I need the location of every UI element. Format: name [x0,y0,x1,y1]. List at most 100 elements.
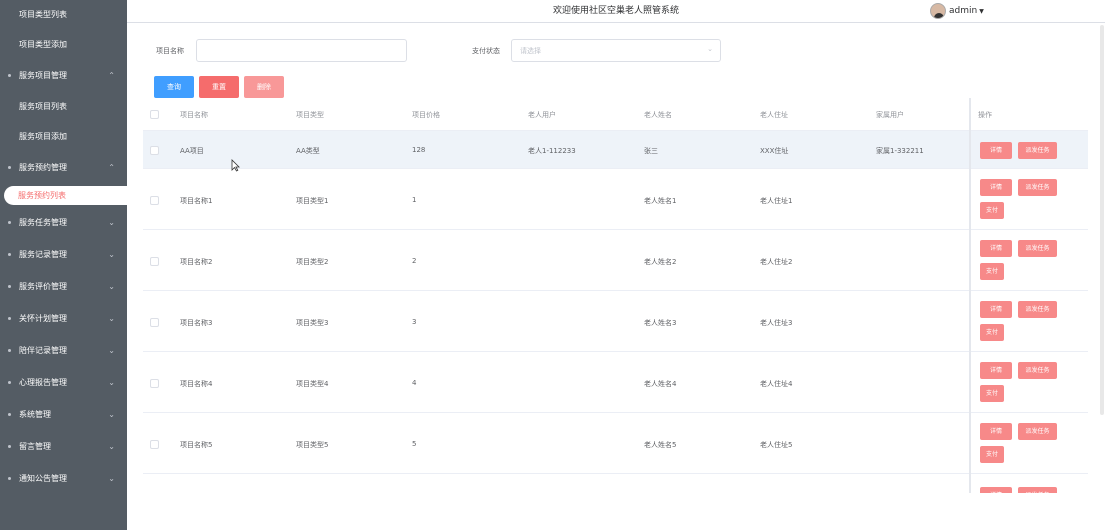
sidebar-group[interactable]: 服务项目管理 ⌃ [0,60,127,92]
bullet-icon [8,445,11,448]
table-cell: 项目类型3 [296,319,329,327]
dispatch-task-button[interactable]: 派发任务 [1018,142,1057,159]
row-checkbox[interactable] [150,440,159,449]
row-checkbox[interactable] [150,318,159,327]
sidebar-item[interactable]: 服务项目添加 [0,122,127,152]
row-actions: 详情 派发任务 支付 [970,352,1088,412]
dispatch-task-button[interactable]: 派发任务 [1018,487,1057,493]
user-menu[interactable]: admin ▼ [930,1,984,21]
table-cell: 老人住址3 [760,319,793,327]
chevron-down-icon: ⌄ [108,314,115,323]
sidebar-item-label: 项目类型添加 [19,40,67,49]
chevron-down-icon: ⌄ [108,282,115,291]
detail-button[interactable]: 详情 [980,487,1012,493]
bullet-icon [8,253,11,256]
row-checkbox[interactable] [150,379,159,388]
table-row[interactable]: AA项目 AA类型 128 老人1-112233 张三 XXX住址 家属1-332211 详… [143,131,1088,169]
sidebar: 项目类型列表项目类型添加服务项目管理 ⌃ 服务项目列表 服务项目添加 服务预约管理 ⌃ 服务… [0,0,127,530]
dispatch-task-button[interactable]: 派发任务 [1018,423,1057,440]
table-cell: 项目名称1 [180,197,213,205]
pay-button[interactable]: 支付 [980,263,1004,280]
detail-button[interactable]: 详情 [980,179,1012,196]
table-cell: 家属1-332211 [876,147,924,155]
sidebar-group-label: 服务项目管理 [19,71,67,80]
sidebar-item[interactable]: 项目类型添加 [0,30,127,60]
top-header: 欢迎使用社区空巢老人照管系统 admin ▼ [127,0,1105,23]
reset-button[interactable]: 重置 [199,76,239,98]
table-row-partial[interactable]: 详情 派发任务 [143,474,1088,493]
delete-button[interactable]: 删除 [244,76,284,98]
detail-button[interactable]: 详情 [980,423,1012,440]
column-header: 老人姓名 [644,111,672,119]
table-cell: 128 [412,146,426,154]
sidebar-group[interactable]: 陪伴记录管理 ⌄ [0,335,127,367]
avatar[interactable] [930,3,946,19]
bullet-icon [8,74,11,77]
select-all-checkbox[interactable] [150,110,159,119]
table-header: 项目名称 项目类型 项目价格 老人用户 老人姓名 老人住址 家属用户 操作 [143,98,1088,131]
dispatch-task-button[interactable]: 派发任务 [1018,179,1057,196]
dispatch-task-button[interactable]: 派发任务 [1018,362,1057,379]
sidebar-group[interactable]: 通知公告管理 ⌄ [0,463,127,495]
sidebar-group[interactable]: 留言管理 ⌄ [0,431,127,463]
row-checkbox[interactable] [150,146,159,155]
sidebar-item[interactable]: 项目类型列表 [0,0,127,30]
mouse-cursor-icon [231,159,240,172]
detail-button[interactable]: 详情 [980,240,1012,257]
vertical-scrollbar[interactable] [1099,25,1105,420]
table-cell: 3 [412,318,417,326]
detail-button[interactable]: 详情 [980,301,1012,318]
table-cell: 老人姓名4 [644,380,677,388]
sidebar-group-label: 服务任务管理 [19,218,67,227]
column-header: 老人用户 [528,111,556,119]
pay-status-placeholder: 请选择 [520,47,541,55]
pay-button[interactable]: 支付 [980,446,1004,463]
pay-button[interactable]: 支付 [980,202,1004,219]
chevron-down-icon: ⌄ [108,218,115,227]
column-header: 操作 [978,111,992,119]
table-row[interactable]: 项目名称5 项目类型5 5 老人姓名5 老人住址5 详情 派发任务 支付 [143,413,1088,474]
sidebar-group[interactable]: 服务评价管理 ⌄ [0,271,127,303]
chevron-down-icon: ⌄ [108,442,115,451]
detail-button[interactable]: 详情 [980,142,1012,159]
table-row[interactable]: 项目名称1 项目类型1 1 老人姓名1 老人住址1 详情 派发任务 支付 [143,169,1088,230]
sidebar-group[interactable]: 心理报告管理 ⌄ [0,367,127,399]
table-cell: XXX住址 [760,147,789,155]
table-cell: 项目名称4 [180,380,213,388]
table-row[interactable]: 项目名称4 项目类型4 4 老人姓名4 老人住址4 详情 派发任务 支付 [143,352,1088,413]
pay-status-label: 支付状态 [472,47,500,55]
sidebar-item-active[interactable]: 服务预约列表 [4,186,127,205]
dispatch-task-button[interactable]: 派发任务 [1018,301,1057,318]
scrollbar-thumb[interactable] [1100,25,1104,415]
row-checkbox[interactable] [150,196,159,205]
table-cell: 老人姓名3 [644,319,677,327]
detail-button[interactable]: 详情 [980,362,1012,379]
sidebar-item[interactable]: 服务项目列表 [0,92,127,122]
dispatch-task-button[interactable]: 派发任务 [1018,240,1057,257]
row-actions: 详情 派发任务 支付 [970,413,1088,473]
sidebar-group[interactable]: 系统管理 ⌄ [0,399,127,431]
table-cell: 项目类型4 [296,380,329,388]
table-cell: 5 [412,440,417,448]
fixed-column-divider [969,98,971,493]
username[interactable]: admin [949,6,977,16]
table-cell: 4 [412,379,417,387]
table-row[interactable]: 项目名称3 项目类型3 3 老人姓名3 老人住址3 详情 派发任务 支付 [143,291,1088,352]
query-button[interactable]: 查询 [154,76,194,98]
row-actions: 详情 派发任务 [970,131,1088,168]
sidebar-group-label: 留言管理 [19,442,51,451]
sidebar-group[interactable]: 服务任务管理 ⌄ [0,207,127,239]
pay-status-select[interactable]: 请选择 ⌄ [511,39,721,62]
caret-down-icon[interactable]: ▼ [979,8,984,15]
table-row[interactable]: 项目名称2 项目类型2 2 老人姓名2 老人住址2 详情 派发任务 支付 [143,230,1088,291]
pay-button[interactable]: 支付 [980,324,1004,341]
sidebar-group[interactable]: 服务预约管理 ⌃ [0,152,127,184]
bullet-icon [8,166,11,169]
project-name-input[interactable] [196,39,407,62]
chevron-down-icon: ⌄ [108,346,115,355]
row-checkbox[interactable] [150,257,159,266]
sidebar-group[interactable]: 关怀计划管理 ⌄ [0,303,127,335]
pay-button[interactable]: 支付 [980,385,1004,402]
sidebar-group[interactable]: 服务记录管理 ⌄ [0,239,127,271]
table-cell: 老人姓名5 [644,441,677,449]
